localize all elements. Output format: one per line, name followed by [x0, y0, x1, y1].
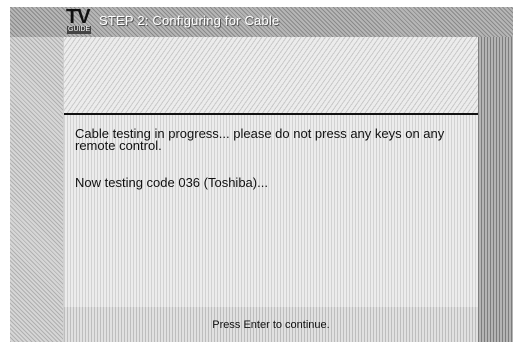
cable-testing-message: Cable testing in progress... please do n…: [75, 126, 445, 153]
logo-guide-text: GUIDE: [67, 26, 92, 34]
right-border-band: [478, 7, 513, 342]
left-border-band: [10, 7, 63, 342]
tv-guide-logo-icon: TV GUIDE: [66, 6, 92, 35]
press-enter-hint: Press Enter to continue.: [212, 319, 330, 331]
logo-tv-text: TV: [66, 6, 91, 28]
top-hatched-panel: [64, 37, 478, 113]
tv-guide-setup-screen: TV GUIDE STEP 2: Configuring for Cable C…: [0, 0, 525, 347]
step-title: STEP 2: Configuring for Cable: [99, 13, 280, 28]
testing-code-status: Now testing code 036 (Toshiba)...: [75, 175, 268, 190]
